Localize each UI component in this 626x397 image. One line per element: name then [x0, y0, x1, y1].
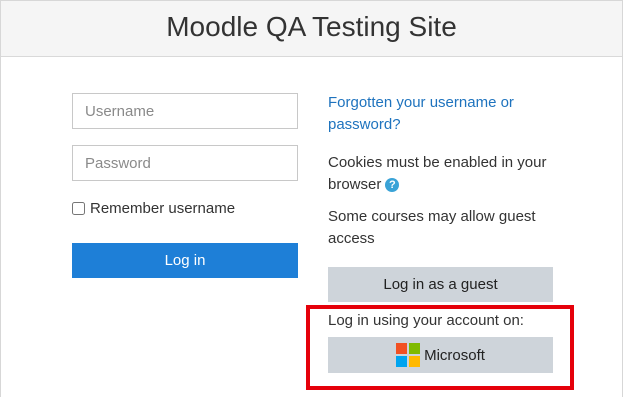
password-input[interactable]	[72, 145, 298, 181]
remember-username[interactable]: Remember username	[72, 199, 235, 217]
login-button[interactable]: Log in	[72, 243, 298, 278]
cookies-text: Cookies must be enabled in your browser	[328, 154, 547, 193]
remember-username-label: Remember username	[90, 199, 236, 217]
microsoft-button-label: Microsoft	[424, 346, 485, 364]
username-input[interactable]	[72, 93, 298, 129]
guest-note: Some courses may allow guest access	[328, 208, 536, 247]
microsoft-login-button[interactable]: Microsoft	[328, 337, 553, 373]
login-page: Moodle QA Testing Site Remember username…	[0, 0, 626, 397]
microsoft-logo-icon	[396, 343, 421, 367]
forgot-password-link[interactable]: Forgotten your username or password?	[328, 92, 568, 136]
guest-login-button[interactable]: Log in as a guest	[328, 267, 553, 302]
remember-username-checkbox[interactable]	[72, 201, 85, 215]
card-header: Moodle QA Testing Site	[1, 1, 622, 57]
oauth-label: Log in using your account on:	[328, 312, 524, 329]
login-info: Forgotten your username or password? Coo…	[328, 92, 568, 250]
question-circle-icon[interactable]: ?	[385, 178, 400, 193]
site-title: Moodle QA Testing Site	[166, 11, 457, 42]
cookies-notice: Cookies must be enabled in your browser?	[328, 152, 568, 196]
